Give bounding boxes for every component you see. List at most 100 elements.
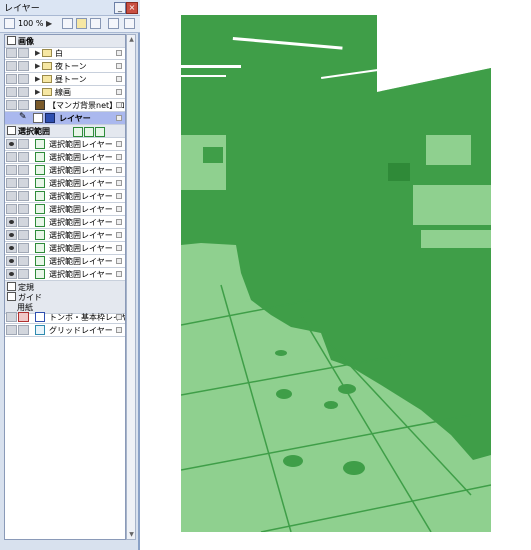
- layer-row[interactable]: ▶ 白: [5, 47, 125, 60]
- lock-toggle[interactable]: [18, 61, 29, 71]
- expand-toggle-icon[interactable]: [7, 36, 16, 45]
- layer-row[interactable]: 選択範囲レイヤー: [5, 216, 125, 229]
- layer-option-icon[interactable]: [116, 102, 122, 108]
- expand-arrow-icon[interactable]: ▶: [35, 88, 40, 96]
- layer-row[interactable]: 選択範囲レイヤー: [5, 255, 125, 268]
- expand-arrow-icon[interactable]: ▶: [35, 62, 40, 70]
- minimize-button[interactable]: _: [114, 2, 126, 14]
- panel-menu-icon[interactable]: [124, 18, 135, 29]
- layer-option-icon[interactable]: [116, 76, 122, 82]
- layer-row[interactable]: トンボ・基本枠レイヤー: [5, 311, 125, 324]
- scroll-down-icon[interactable]: ▼: [128, 531, 135, 538]
- lock-toggle[interactable]: [18, 74, 29, 84]
- layer-row[interactable]: 選択範囲レイヤー: [5, 268, 125, 281]
- layer-row[interactable]: 選択範囲レイヤー: [5, 242, 125, 255]
- layer-row[interactable]: 選択範囲レイヤー: [5, 138, 125, 151]
- lock-toggle[interactable]: [18, 312, 29, 322]
- layer-option-icon[interactable]: [116, 115, 122, 121]
- visibility-toggle[interactable]: [6, 191, 17, 201]
- blend-mode-icon[interactable]: [4, 18, 15, 29]
- layer-row[interactable]: ▶ 昼トーン: [5, 73, 125, 86]
- lock-toggle[interactable]: [18, 191, 29, 201]
- lock-icon[interactable]: [108, 18, 119, 29]
- visibility-toggle[interactable]: [6, 217, 17, 227]
- lock-toggle[interactable]: [18, 152, 29, 162]
- visibility-toggle[interactable]: [6, 256, 17, 266]
- lock-toggle[interactable]: [18, 165, 29, 175]
- trash-icon[interactable]: [90, 18, 101, 29]
- layer-row[interactable]: 選択範囲レイヤー: [5, 151, 125, 164]
- layer-row[interactable]: ▶ 線画: [5, 86, 125, 99]
- layer-row[interactable]: 選択範囲レイヤー: [5, 229, 125, 242]
- layer-option-icon[interactable]: [116, 167, 122, 173]
- visibility-toggle[interactable]: [6, 100, 17, 110]
- lock-toggle[interactable]: [18, 217, 29, 227]
- visibility-toggle[interactable]: [6, 325, 17, 335]
- visibility-toggle[interactable]: [6, 48, 17, 58]
- scroll-up-icon[interactable]: ▲: [128, 36, 135, 43]
- lock-toggle[interactable]: [18, 230, 29, 240]
- layer-scrollbar[interactable]: ▲ ▼: [126, 34, 136, 540]
- layer-option-icon[interactable]: [116, 314, 122, 320]
- visibility-toggle[interactable]: [6, 113, 17, 123]
- lock-toggle[interactable]: [18, 139, 29, 149]
- layer-option-icon[interactable]: [116, 327, 122, 333]
- lock-toggle[interactable]: [18, 87, 29, 97]
- frame-layer-icon: [35, 312, 45, 322]
- layer-row[interactable]: グリッドレイヤー: [5, 324, 125, 337]
- lock-toggle[interactable]: [18, 178, 29, 188]
- layer-row-logo[interactable]: 【マンガ背景net】ロゴ: [5, 99, 125, 112]
- layer-thumbnail: [33, 113, 43, 123]
- layer-option-icon[interactable]: [116, 232, 122, 238]
- expand-arrow-icon[interactable]: ▶: [35, 49, 40, 57]
- layer-option-icon[interactable]: [116, 271, 122, 277]
- visibility-toggle[interactable]: [6, 269, 17, 279]
- layer-option-icon[interactable]: [116, 206, 122, 212]
- layer-option-icon[interactable]: [116, 50, 122, 56]
- opacity-value[interactable]: 100 %: [18, 18, 43, 30]
- lock-toggle[interactable]: [18, 269, 29, 279]
- visibility-toggle[interactable]: [6, 243, 17, 253]
- layer-row[interactable]: 選択範囲レイヤー: [5, 190, 125, 203]
- opacity-arrow-icon[interactable]: ▶: [46, 18, 52, 30]
- layer-option-icon[interactable]: [116, 193, 122, 199]
- lock-toggle[interactable]: [18, 100, 29, 110]
- layer-row[interactable]: 選択範囲レイヤー: [5, 203, 125, 216]
- close-button[interactable]: ×: [126, 2, 138, 14]
- expand-arrow-icon[interactable]: ▶: [35, 75, 40, 83]
- canvas[interactable]: [181, 15, 491, 532]
- lock-toggle[interactable]: [18, 256, 29, 266]
- lock-toggle[interactable]: [18, 48, 29, 58]
- layer-row[interactable]: ▶ 夜トーン: [5, 60, 125, 73]
- lock-toggle[interactable]: [18, 325, 29, 335]
- layer-row-selected[interactable]: ✎ レイヤー: [5, 112, 125, 125]
- layer-option-icon[interactable]: [116, 180, 122, 186]
- lock-toggle[interactable]: [18, 243, 29, 253]
- visibility-toggle[interactable]: [6, 61, 17, 71]
- layer-option-icon[interactable]: [116, 89, 122, 95]
- new-layer-icon[interactable]: [62, 18, 73, 29]
- folder-header-selection[interactable]: 選択範囲: [5, 125, 125, 138]
- visibility-toggle[interactable]: [6, 312, 17, 322]
- layer-option-icon[interactable]: [116, 154, 122, 160]
- layer-option-icon[interactable]: [116, 245, 122, 251]
- visibility-toggle[interactable]: [6, 87, 17, 97]
- visibility-toggle[interactable]: [6, 204, 17, 214]
- layer-option-icon[interactable]: [116, 258, 122, 264]
- visibility-toggle[interactable]: [6, 152, 17, 162]
- expand-toggle-icon[interactable]: [7, 126, 16, 135]
- visibility-toggle[interactable]: [6, 178, 17, 188]
- visibility-toggle[interactable]: [6, 230, 17, 240]
- visibility-toggle[interactable]: [6, 139, 17, 149]
- layer-option-icon[interactable]: [116, 219, 122, 225]
- layer-row[interactable]: 選択範囲レイヤー: [5, 177, 125, 190]
- layer-row[interactable]: 選択範囲レイヤー: [5, 164, 125, 177]
- expand-toggle-icon[interactable]: [7, 282, 16, 291]
- new-folder-icon[interactable]: [76, 18, 87, 29]
- lock-toggle[interactable]: [18, 204, 29, 214]
- expand-toggle-icon[interactable]: [7, 292, 16, 301]
- visibility-toggle[interactable]: [6, 74, 17, 84]
- layer-option-icon[interactable]: [116, 141, 122, 147]
- visibility-toggle[interactable]: [6, 165, 17, 175]
- layer-option-icon[interactable]: [116, 63, 122, 69]
